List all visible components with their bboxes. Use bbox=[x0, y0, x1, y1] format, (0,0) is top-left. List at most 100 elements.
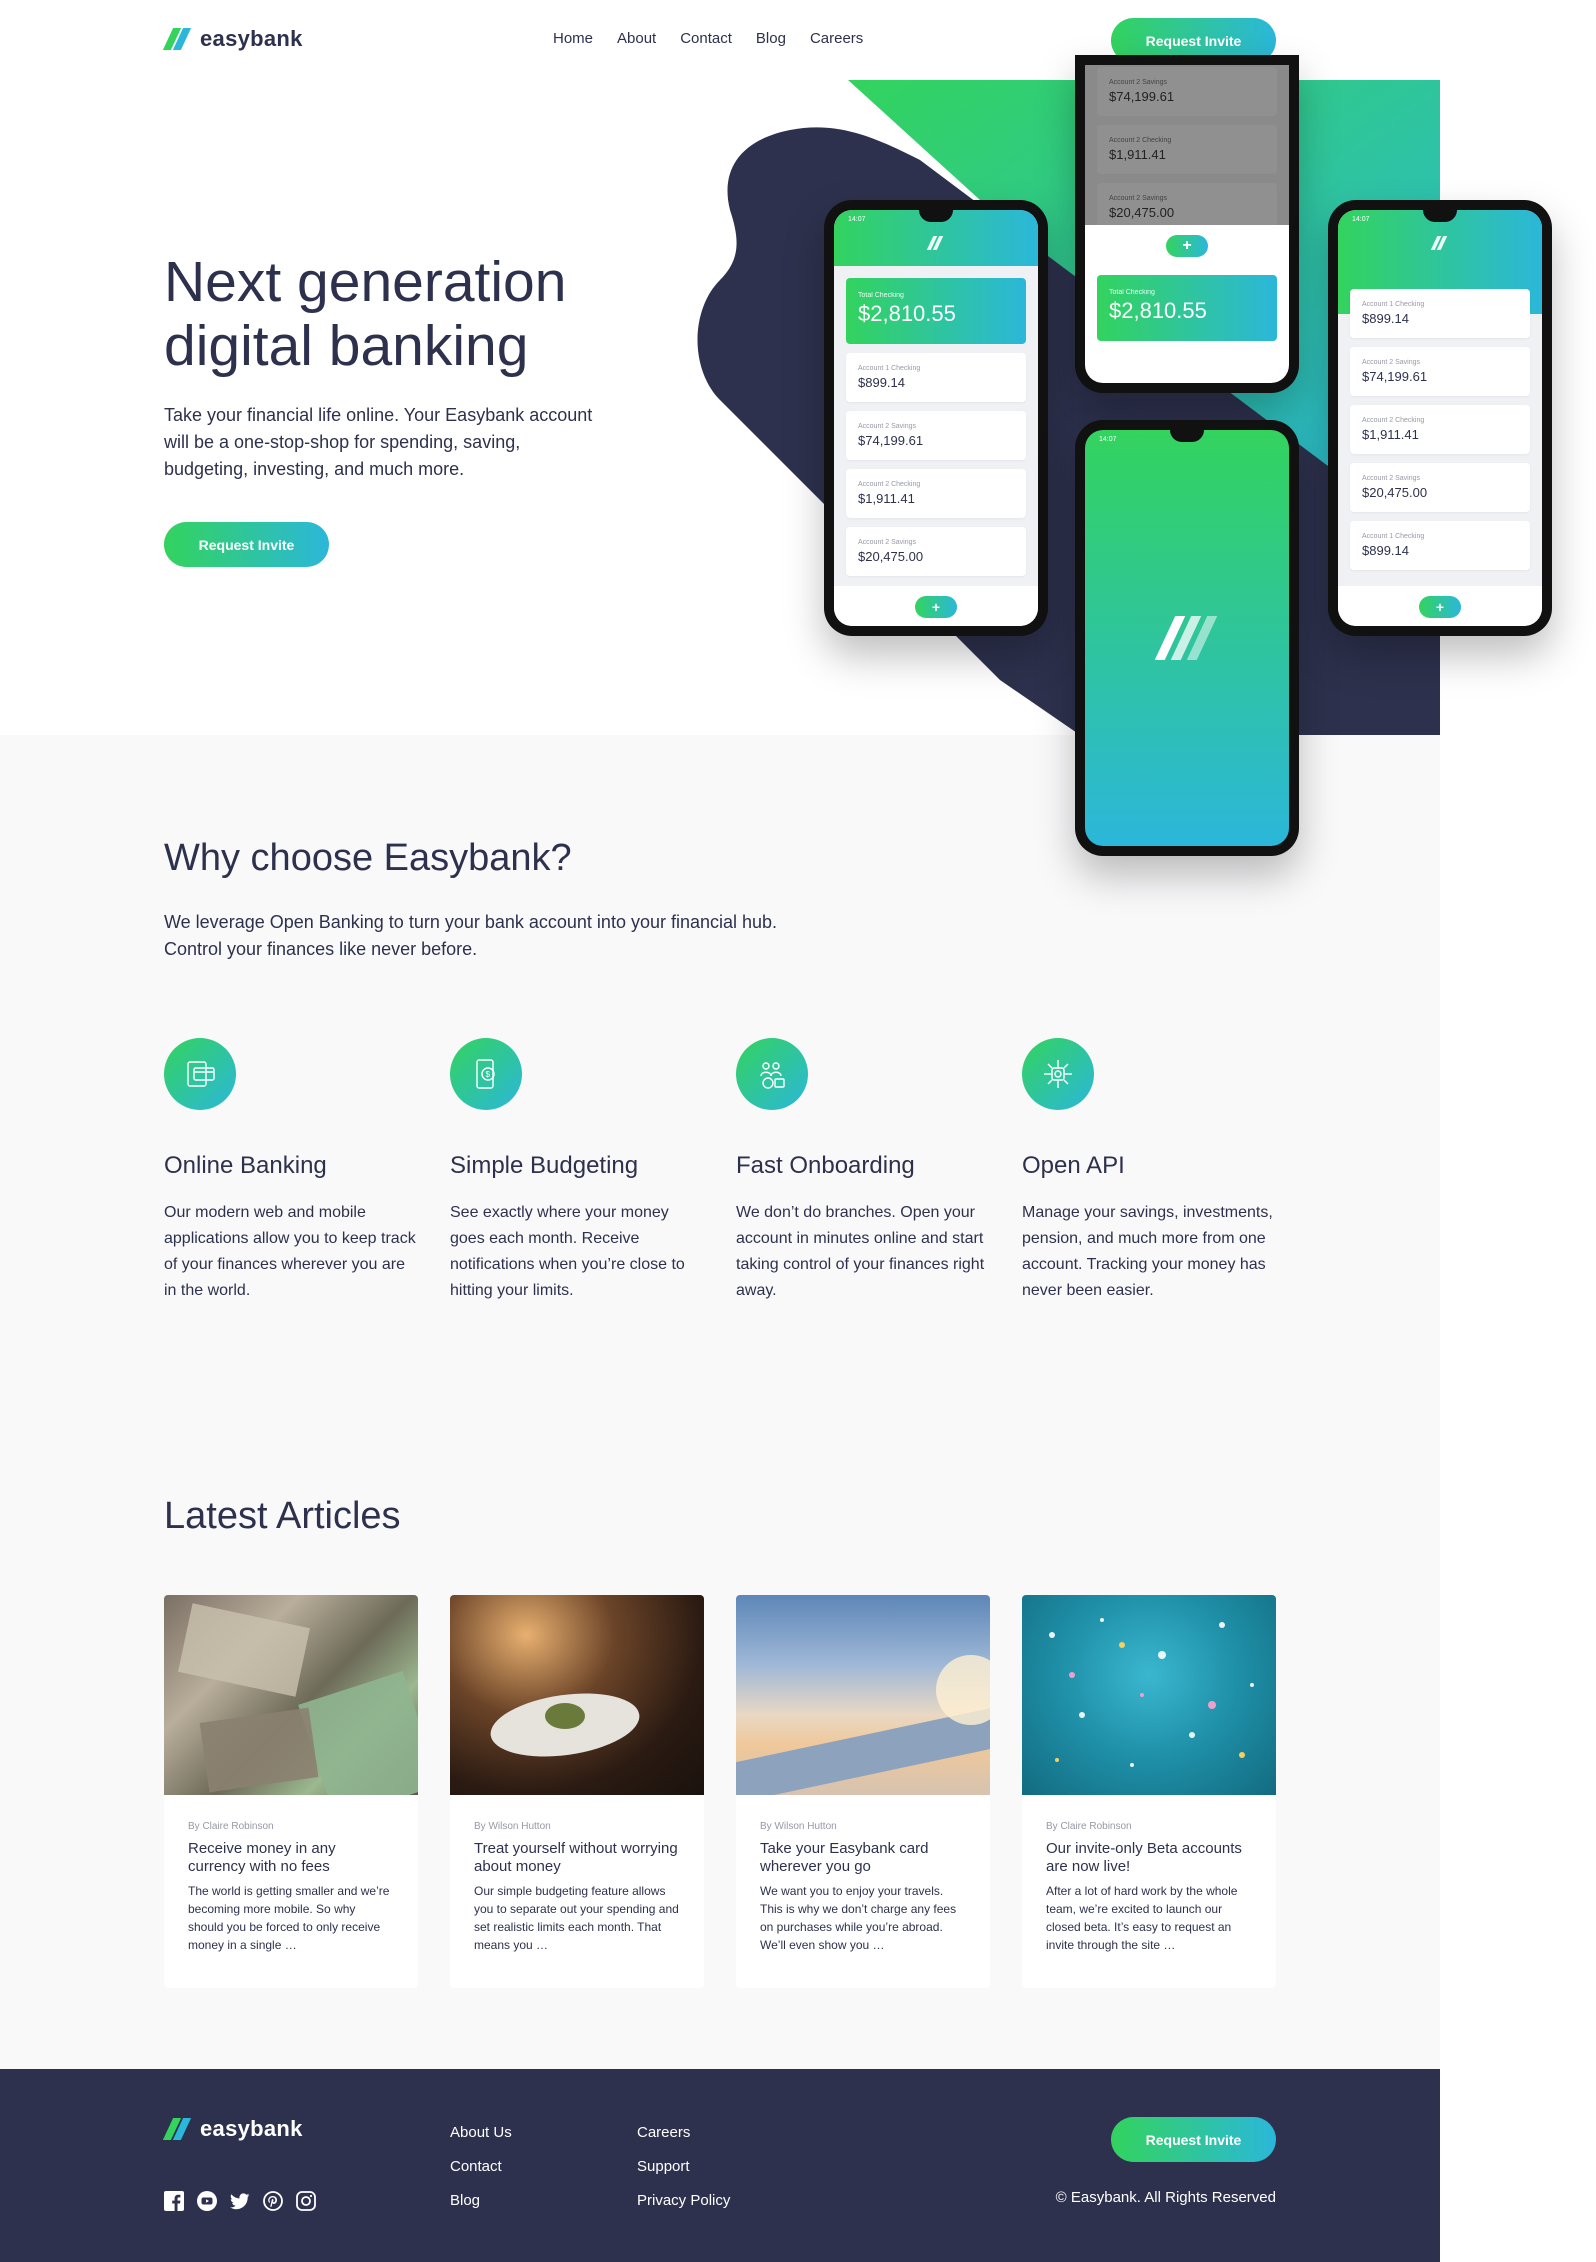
logo-wordmark: easybank bbox=[200, 2116, 303, 2141]
facebook-icon[interactable] bbox=[164, 2191, 184, 2211]
article-excerpt: The world is getting smaller and we’re b… bbox=[188, 1884, 390, 1952]
article-author: By Claire Robinson bbox=[188, 1821, 274, 1832]
footer-link-about-us[interactable]: About Us bbox=[450, 2124, 512, 2142]
app-logo-icon bbox=[1430, 236, 1450, 250]
article-title[interactable]: Our invite-only Beta accounts are now li… bbox=[1046, 1840, 1252, 1876]
hero-request-invite-button[interactable]: Request Invite bbox=[164, 522, 329, 567]
add-account-button[interactable]: + bbox=[915, 596, 957, 618]
article-card[interactable]: By Claire Robinson Receive money in any … bbox=[164, 1595, 418, 1988]
account-row: Account 2 Savings $74,199.61 bbox=[846, 411, 1026, 460]
phone-mockup-left: 14:07 Total Checking $2,810.55 Account 1… bbox=[824, 200, 1048, 636]
account-row: Account 1 Checking $899.14 bbox=[1350, 521, 1530, 570]
logo-mark-icon bbox=[162, 28, 194, 50]
feature-title: Open API bbox=[1022, 1152, 1125, 1179]
account-row: Account 2 Savings $20,475.00 bbox=[1350, 463, 1530, 512]
phone-screen: 14:07 bbox=[1085, 430, 1289, 846]
account-row: Account 2 Checking $1,911.41 bbox=[1097, 125, 1277, 174]
article-excerpt: After a lot of hard work by the whole te… bbox=[1046, 1884, 1238, 1952]
account-row: Account 2 Savings $20,475.00 bbox=[1097, 183, 1277, 232]
feature-title: Fast Onboarding bbox=[736, 1152, 915, 1179]
footer-link-careers[interactable]: Careers bbox=[637, 2124, 730, 2142]
account-list: Account 1 Checking $899.14 Account 2 Savi… bbox=[1338, 280, 1542, 570]
article-excerpt: Our simple budgeting feature allows you … bbox=[474, 1884, 679, 1952]
hero-description: Take your financial life online. Your Ea… bbox=[164, 405, 593, 479]
hero-title-line-1: Next generation bbox=[164, 250, 567, 314]
footer-links-col-2: Careers Support Privacy Policy bbox=[637, 2124, 730, 2210]
footer-links-col-1: About Us Contact Blog bbox=[450, 2124, 512, 2210]
hero-title: Next generation digital banking bbox=[164, 250, 684, 378]
account-row: Account 2 Savings $74,199.61 bbox=[1097, 67, 1277, 116]
budgeting-icon: $ bbox=[450, 1038, 522, 1110]
phone-header: 14:07 bbox=[834, 210, 1038, 266]
page: easybank Home About Contact Blog Careers… bbox=[0, 0, 1552, 2262]
article-image-restaurant bbox=[450, 1595, 704, 1795]
account-row: Account 1 Checking $899.14 bbox=[1350, 289, 1530, 338]
article-excerpt: We want you to enjoy your travels. This … bbox=[760, 1884, 957, 1952]
feature-open-api: Open API Manage your savings, investment… bbox=[1022, 1038, 1277, 1304]
feature-simple-budgeting: $ Simple Budgeting See exactly where you… bbox=[450, 1038, 705, 1304]
logo-wordmark: easybank bbox=[200, 26, 303, 51]
nav-links: Home About Contact Blog Careers bbox=[553, 30, 887, 47]
nav-link-blog[interactable]: Blog bbox=[756, 30, 786, 47]
nav-link-about[interactable]: About bbox=[617, 30, 656, 47]
article-author: By Wilson Hutton bbox=[760, 1821, 837, 1832]
article-author: By Claire Robinson bbox=[1046, 1821, 1132, 1832]
feature-text: Manage your savings, investments, pensio… bbox=[1022, 1204, 1273, 1299]
articles-title: Latest Articles bbox=[164, 1495, 401, 1537]
api-icon bbox=[1022, 1038, 1094, 1110]
article-image-confetti bbox=[1022, 1595, 1276, 1795]
footer-logo[interactable]: easybank bbox=[162, 2116, 303, 2142]
twitter-icon[interactable] bbox=[230, 2191, 250, 2211]
footer-link-privacy-policy[interactable]: Privacy Policy bbox=[637, 2192, 730, 2210]
footer-link-blog[interactable]: Blog bbox=[450, 2192, 512, 2210]
add-account-button[interactable]: + bbox=[1166, 235, 1208, 257]
hero-title-line-2: digital banking bbox=[164, 314, 529, 378]
account-row: Account 2 Savings $20,475.00 bbox=[846, 527, 1026, 576]
why-description: We leverage Open Banking to turn your ba… bbox=[164, 912, 778, 959]
phone-mockup-splash: 14:07 bbox=[1075, 420, 1299, 856]
online-banking-icon bbox=[164, 1038, 236, 1110]
footer-request-invite-button[interactable]: Request Invite bbox=[1111, 2117, 1276, 2162]
logo-mark-icon bbox=[162, 2118, 194, 2140]
feature-text: We don’t do branches. Open your account … bbox=[736, 1204, 985, 1299]
nav-link-contact[interactable]: Contact bbox=[680, 30, 732, 47]
account-row: Account 2 Checking $1,911.41 bbox=[1350, 405, 1530, 454]
copyright-text: © Easybank. All Rights Reserved bbox=[1055, 2189, 1276, 2206]
account-row: Account 1 Checking $899.14 bbox=[846, 353, 1026, 402]
article-title[interactable]: Receive money in any currency with no fe… bbox=[188, 1840, 394, 1876]
nav-link-careers[interactable]: Careers bbox=[810, 30, 863, 47]
feature-online-banking: Online Banking Our modern web and mobile… bbox=[164, 1038, 419, 1304]
article-author: By Wilson Hutton bbox=[474, 1821, 551, 1832]
add-account-button[interactable]: + bbox=[1419, 596, 1461, 618]
phone-screen: 14:07 Total Checking $2,810.55 Account 1… bbox=[834, 210, 1038, 626]
article-card[interactable]: By Wilson Hutton Take your Easybank card… bbox=[736, 1595, 990, 1988]
article-title[interactable]: Take your Easybank card wherever you go bbox=[760, 1840, 966, 1876]
total-checking-card: Total Checking $2,810.55 bbox=[846, 278, 1026, 344]
feature-fast-onboarding: Fast Onboarding We don’t do branches. Op… bbox=[736, 1038, 991, 1304]
account-row: Account 2 Checking $1,911.41 bbox=[846, 469, 1026, 518]
instagram-icon[interactable] bbox=[296, 2191, 316, 2211]
article-title[interactable]: Treat yourself without worrying about mo… bbox=[474, 1840, 680, 1876]
article-card[interactable]: By Wilson Hutton Treat yourself without … bbox=[450, 1595, 704, 1988]
phone-screen: 14:07 Account 1 Checking $899.14 Account … bbox=[1338, 210, 1542, 626]
dimmed-account-list: Account 2 Savings $74,199.61 Account 2 C… bbox=[1085, 65, 1289, 232]
phone-mockup-right: 14:07 Account 1 Checking $899.14 Account … bbox=[1328, 200, 1552, 636]
feature-text: See exactly where your money goes each m… bbox=[450, 1204, 685, 1299]
feature-title: Simple Budgeting bbox=[450, 1152, 639, 1179]
youtube-icon[interactable] bbox=[197, 2191, 217, 2211]
why-choose-section: Why choose Easybank? We leverage Open Ba… bbox=[0, 735, 1440, 2069]
phone-screen: Account 2 Savings $74,199.61 Account 2 C… bbox=[1085, 65, 1289, 383]
article-card[interactable]: By Claire Robinson Our invite-only Beta … bbox=[1022, 1595, 1276, 1988]
feature-text: Our modern web and mobile applications a… bbox=[164, 1204, 416, 1299]
easybank-logo[interactable]: easybank bbox=[162, 26, 303, 52]
footer-link-support[interactable]: Support bbox=[637, 2158, 730, 2176]
article-image-plane bbox=[736, 1595, 990, 1795]
total-checking-card: Total Checking $2,810.55 bbox=[1097, 275, 1277, 341]
phone-mockup-top-center: Account 2 Savings $74,199.61 Account 2 C… bbox=[1075, 55, 1299, 393]
onboarding-icon bbox=[736, 1038, 808, 1110]
pinterest-icon[interactable] bbox=[263, 2191, 283, 2211]
why-title: Why choose Easybank? bbox=[164, 837, 572, 879]
nav-link-home[interactable]: Home bbox=[553, 30, 593, 47]
app-splash-logo-icon bbox=[1154, 616, 1218, 660]
footer-link-contact[interactable]: Contact bbox=[450, 2158, 512, 2176]
